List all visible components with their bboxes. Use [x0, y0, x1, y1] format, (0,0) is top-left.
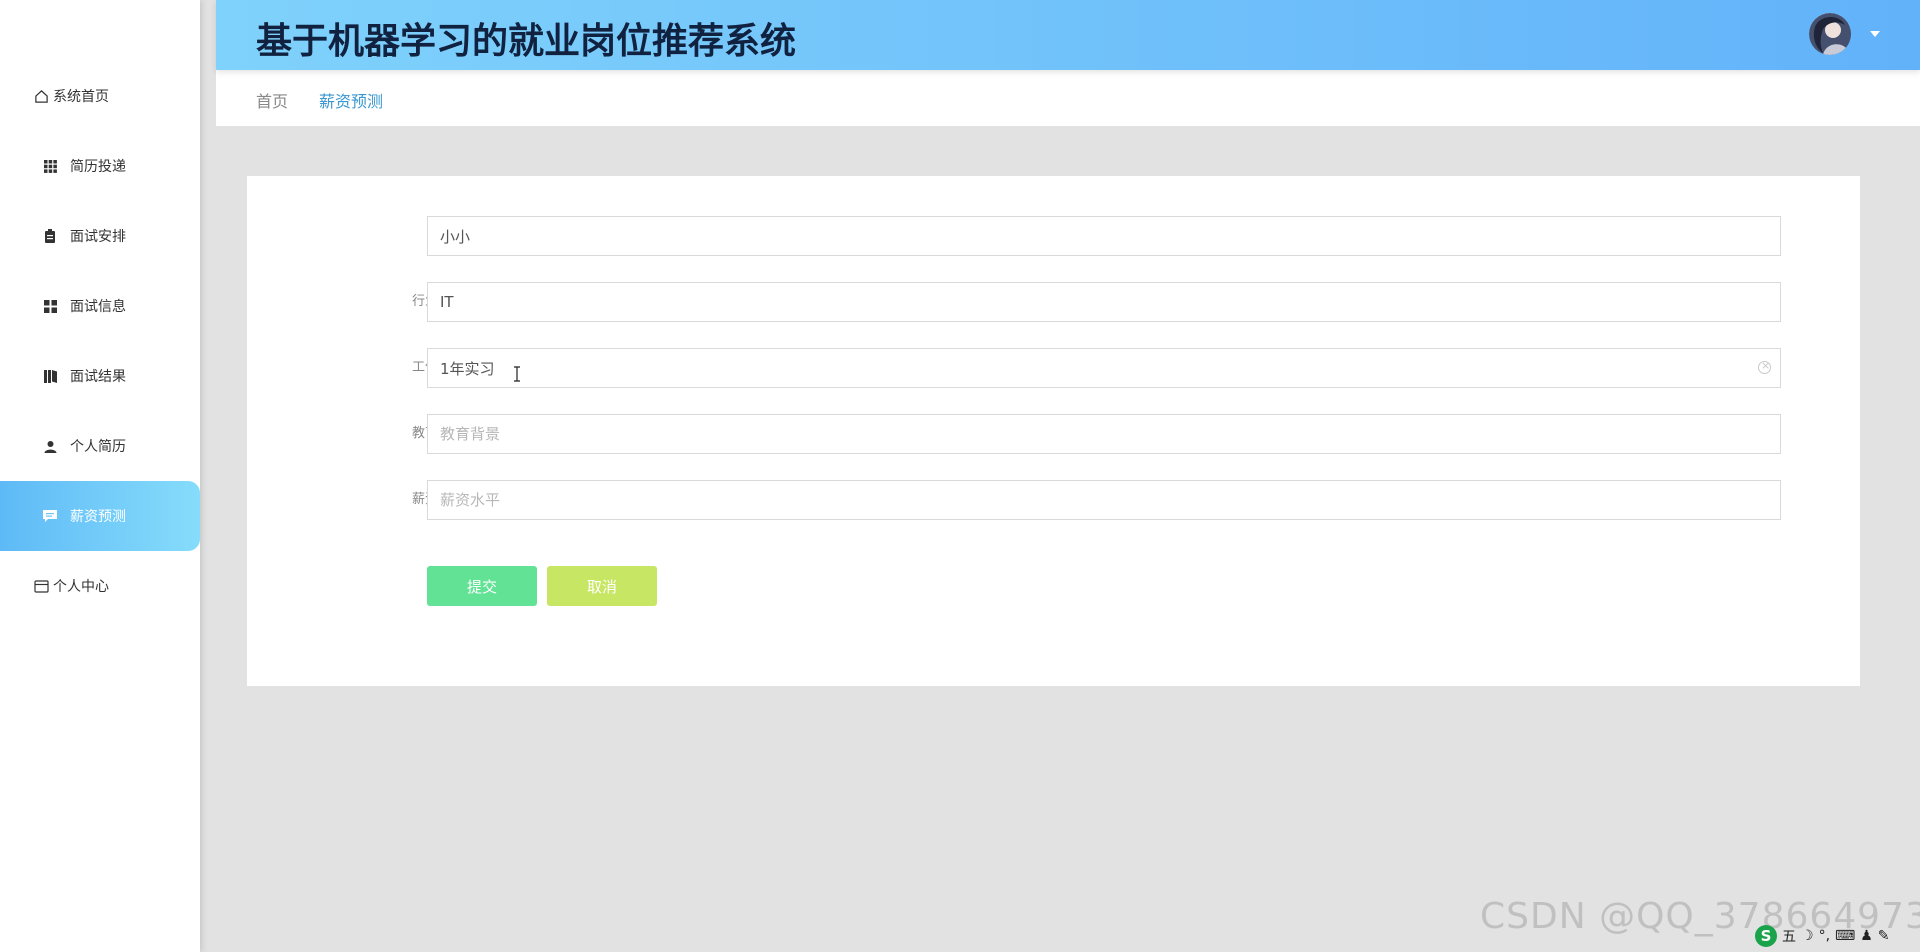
wrench-icon[interactable]: ✎ [1878, 928, 1890, 944]
form-row-experience: 工作经验 [247, 348, 1860, 388]
keyboard-icon[interactable]: ⌨ [1835, 928, 1855, 944]
name-input[interactable] [427, 216, 1781, 256]
industry-input[interactable] [427, 282, 1781, 322]
user-icon [42, 438, 58, 454]
sidebar-item-profile[interactable]: 个人中心 [0, 551, 200, 621]
form-row-name: 姓名 [247, 216, 1860, 256]
sidebar-item-label: 简历投递 [70, 159, 126, 175]
sidebar-item-interview-info[interactable]: 面试信息 [0, 271, 200, 341]
submit-button[interactable]: 提交 [427, 566, 537, 606]
sidebar-item-label: 个人中心 [53, 579, 109, 595]
clear-icon[interactable] [1758, 359, 1771, 374]
sidebar-item-salary-prediction[interactable]: 薪资预测 [0, 481, 200, 551]
skin-icon[interactable]: ♟ [1860, 928, 1873, 944]
breadcrumb-home[interactable]: 首页 [256, 88, 288, 112]
chat-icon [42, 508, 58, 524]
salary-form-card: 姓名 行业类别 工作经验 教育背景 薪资水平 提交 取消 [247, 176, 1860, 686]
sidebar-item-resume-submit[interactable]: 简历投递 [0, 131, 200, 201]
form-row-industry: 行业类别 [247, 282, 1860, 322]
form-row-education: 教育背景 [247, 414, 1860, 454]
book-icon [42, 368, 58, 384]
form-row-salary: 薪资水平 [247, 480, 1860, 520]
moon-icon[interactable]: ☽ [1801, 928, 1814, 944]
sidebar-item-label: 面试安排 [70, 229, 126, 245]
card-icon [33, 578, 49, 594]
top-header: 基于机器学习的就业岗位推荐系统 [216, 0, 1920, 70]
sidebar-item-label: 个人简历 [70, 439, 126, 455]
salary-input[interactable] [427, 480, 1781, 520]
sidebar-item-interview-schedule[interactable]: 面试安排 [0, 201, 200, 271]
breadcrumb: 首页 薪资预测 [216, 70, 1920, 126]
ime-mode[interactable]: 五 [1782, 926, 1796, 946]
clipboard-icon [42, 228, 58, 244]
sidebar: 系统首页 简历投递 面试安排 面试信息 面试结果 个人简历 薪资预测 个人中心 [0, 0, 200, 952]
sidebar-item-label: 面试信息 [70, 299, 126, 315]
app-title: 基于机器学习的就业岗位推荐系统 [256, 21, 797, 62]
experience-input[interactable] [427, 348, 1781, 388]
home-icon [33, 88, 49, 104]
punctuation-icon[interactable]: °, [1819, 928, 1830, 944]
sidebar-item-interview-result[interactable]: 面试结果 [0, 341, 200, 411]
ime-toolbar: S 五 ☽ °, ⌨ ♟ ✎ [1755, 924, 1915, 948]
grid-icon [42, 158, 58, 174]
sidebar-item-label: 面试结果 [70, 369, 126, 385]
dashboard-icon [42, 298, 58, 314]
chevron-down-icon[interactable] [1870, 31, 1880, 37]
ime-logo-icon[interactable]: S [1755, 925, 1777, 947]
sidebar-item-label: 薪资预测 [70, 509, 126, 525]
text-cursor-icon [514, 366, 520, 382]
sidebar-menu: 系统首页 简历投递 面试安排 面试信息 面试结果 个人简历 薪资预测 个人中心 [0, 61, 200, 621]
sidebar-item-label: 系统首页 [53, 89, 109, 105]
sidebar-item-home[interactable]: 系统首页 [0, 61, 200, 131]
education-input[interactable] [427, 414, 1781, 454]
sidebar-item-my-resume[interactable]: 个人简历 [0, 411, 200, 481]
cancel-button[interactable]: 取消 [547, 566, 657, 606]
breadcrumb-current: 薪资预测 [319, 92, 384, 111]
user-avatar[interactable] [1809, 13, 1851, 55]
